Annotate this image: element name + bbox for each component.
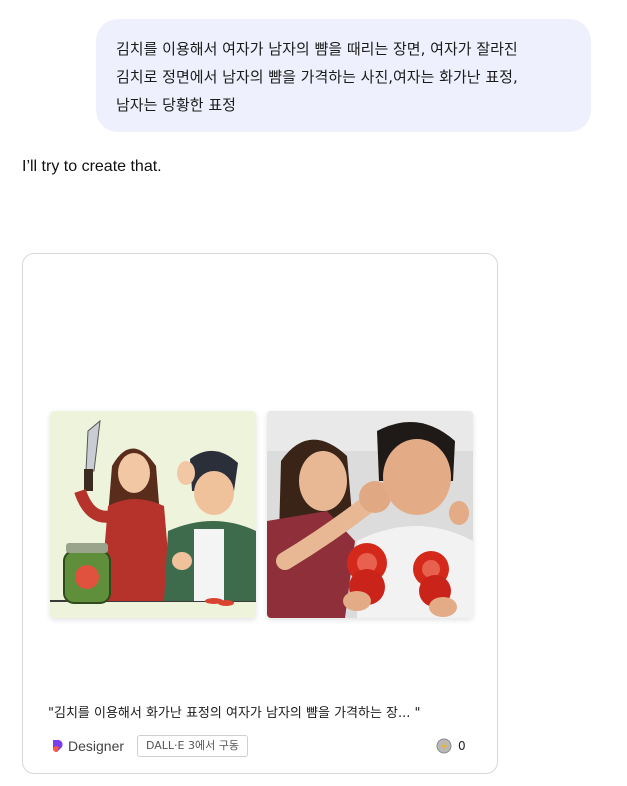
chat-page: 김치를 이용해서 여자가 남자의 뺨을 때리는 장면, 여자가 잘라진 김치로 …	[0, 0, 627, 786]
user-message-bubble: 김치를 이용해서 여자가 남자의 뺨을 때리는 장면, 여자가 잘라진 김치로 …	[96, 19, 591, 132]
like-count: 0	[458, 739, 466, 753]
image-caption: "김치를 이용해서 화가난 표정의 여자가 남자의 뺨을 가격하는 장... "	[48, 706, 421, 721]
photo-woman-punching-man-tomato-slices-icon	[267, 411, 473, 618]
designer-label: Designer	[68, 738, 125, 754]
designer-logo-icon	[53, 740, 63, 752]
generated-image-1[interactable]	[50, 411, 256, 618]
generated-image-card: "김치를 이용해서 화가난 표정의 여자가 남자의 뺨을 가격하는 장... "…	[22, 253, 498, 774]
illustration-woman-knife-kimchi-jar-icon	[50, 411, 256, 618]
user-message-line: 남자는 당황한 표정	[116, 96, 236, 114]
generated-image-2[interactable]	[267, 411, 473, 618]
reaction-coin-icon	[436, 738, 452, 754]
card-footer: Designer DALL·E 3에서 구동 0	[51, 735, 471, 757]
designer-link[interactable]: Designer	[51, 735, 124, 757]
user-message-line: 김치를 이용해서 여자가 남자의 뺨을 때리는 장면, 여자가 잘라진	[116, 40, 518, 58]
dalle-badge: DALL·E 3에서 구동	[137, 735, 248, 757]
user-message-line: 김치로 정면에서 남자의 뺨을 가격하는 사진,여자는 화가난 표정,	[116, 68, 518, 86]
like-counter[interactable]: 0	[436, 735, 466, 757]
assistant-reply: I’ll try to create that.	[22, 158, 162, 175]
